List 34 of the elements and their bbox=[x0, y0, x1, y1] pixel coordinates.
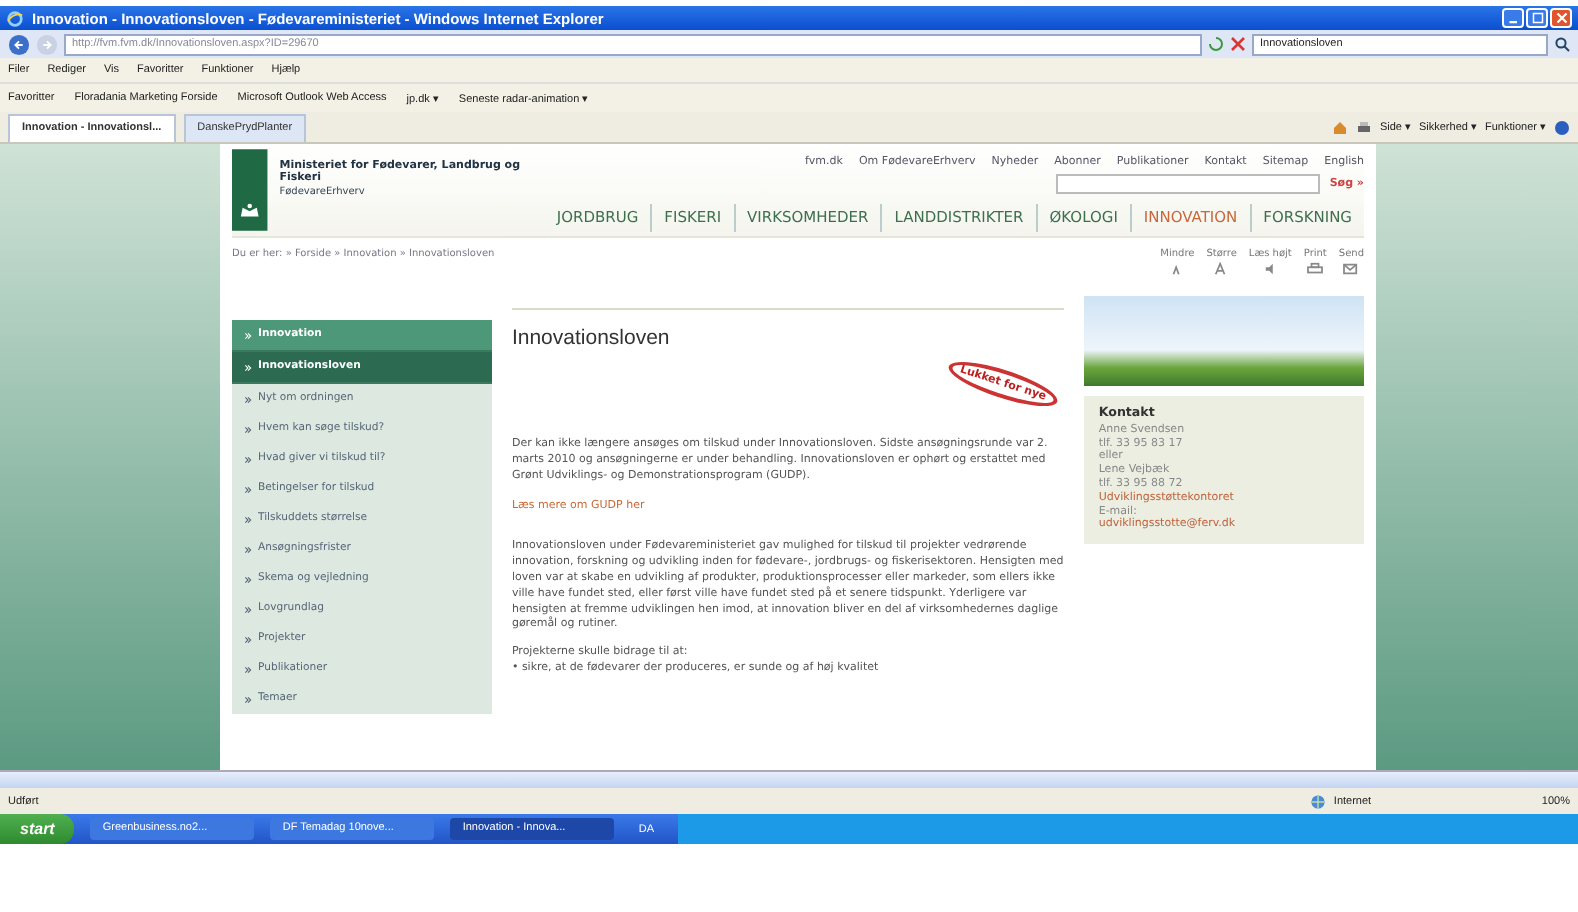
chevron-icon bbox=[244, 485, 252, 493]
stop-icon[interactable] bbox=[1230, 36, 1246, 52]
browser-logo-icon bbox=[6, 9, 24, 27]
maximize-icon bbox=[1531, 12, 1543, 24]
chevron-icon bbox=[244, 575, 252, 583]
font-size-icon bbox=[1212, 262, 1231, 276]
search-icon[interactable] bbox=[1554, 36, 1570, 52]
chevron-icon bbox=[244, 425, 252, 433]
start-button[interactable]: start bbox=[0, 814, 75, 844]
close-button[interactable] bbox=[1550, 8, 1572, 28]
back-icon[interactable] bbox=[8, 33, 30, 55]
chevron-icon bbox=[244, 331, 252, 339]
chevron-icon bbox=[244, 695, 252, 703]
site-search-field[interactable] bbox=[1055, 174, 1320, 194]
page-title: Innovationsloven bbox=[511, 326, 672, 350]
chevron-icon bbox=[244, 395, 252, 403]
printer-icon bbox=[1306, 262, 1325, 276]
horizontal-scrollbar[interactable] bbox=[0, 770, 1578, 788]
chevron-icon bbox=[244, 605, 252, 613]
print-icon[interactable] bbox=[1355, 119, 1372, 135]
crown-logo[interactable] bbox=[232, 144, 268, 236]
minimize-button[interactable] bbox=[1502, 8, 1524, 28]
chevron-icon bbox=[244, 665, 252, 673]
globe-icon bbox=[1309, 793, 1326, 809]
chevron-icon bbox=[244, 635, 252, 643]
refresh-icon[interactable] bbox=[1208, 36, 1224, 52]
chevron-icon bbox=[244, 545, 252, 553]
home-icon[interactable] bbox=[1331, 119, 1348, 135]
chevron-icon bbox=[244, 515, 252, 523]
chevron-icon bbox=[244, 363, 252, 371]
envelope-icon bbox=[1342, 262, 1361, 276]
chevron-icon bbox=[244, 455, 252, 463]
maximize-button[interactable] bbox=[1526, 8, 1548, 28]
close-icon bbox=[1555, 12, 1567, 24]
